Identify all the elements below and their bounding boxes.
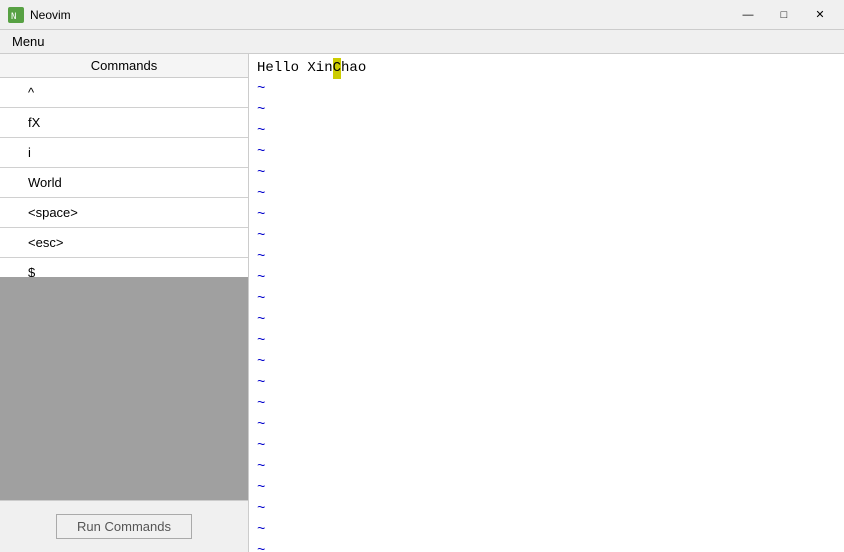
editor-line-1: Hello Xin Chao [257, 58, 836, 79]
tilde-line: ~ [257, 226, 836, 247]
tilde-char: ~ [257, 415, 265, 436]
tilde-line: ~ [257, 394, 836, 415]
tilde-char: ~ [257, 310, 265, 331]
tilde-line: ~ [257, 499, 836, 520]
tilde-char: ~ [257, 520, 265, 541]
svg-text:N: N [11, 12, 16, 22]
tilde-line: ~ [257, 457, 836, 478]
table-row[interactable]: World [0, 168, 248, 198]
tilde-line: ~ [257, 415, 836, 436]
row-cell: ^ [20, 81, 248, 104]
tilde-line: ~ [257, 100, 836, 121]
tilde-char: ~ [257, 100, 265, 121]
row-cell: World [20, 171, 248, 194]
table-header: Commands [0, 54, 248, 78]
menu-item-menu[interactable]: Menu [4, 32, 53, 51]
tilde-char: ~ [257, 478, 265, 499]
tilde-line: ~ [257, 520, 836, 541]
tilde-char: ~ [257, 121, 265, 142]
tilde-char: ~ [257, 541, 265, 552]
tilde-char: ~ [257, 268, 265, 289]
run-commands-button[interactable]: Run Commands [56, 514, 192, 539]
gray-area [0, 277, 248, 500]
row-cell: <esc> [20, 231, 248, 254]
main-content: Commands ^ fX i [0, 54, 844, 552]
table-row[interactable]: <space> [0, 198, 248, 228]
row-cell: fX [20, 111, 248, 134]
table-row[interactable]: <esc> [0, 228, 248, 258]
tilde-line: ~ [257, 121, 836, 142]
table-body: ^ fX i World [0, 78, 248, 277]
maximize-button[interactable]: □ [768, 5, 800, 25]
commands-table: Commands ^ fX i [0, 54, 248, 277]
window-title: Neovim [30, 8, 732, 22]
table-row[interactable]: $ [0, 258, 248, 277]
tilde-char: ~ [257, 394, 265, 415]
tilde-line: ~ [257, 268, 836, 289]
editor-text-prefix: Hello Xin [257, 58, 333, 79]
tilde-line: ~ [257, 331, 836, 352]
tilde-line: ~ [257, 205, 836, 226]
tilde-char: ~ [257, 499, 265, 520]
tilde-char: ~ [257, 457, 265, 478]
minimize-button[interactable]: — [732, 5, 764, 25]
tilde-line: ~ [257, 79, 836, 100]
tilde-line: ~ [257, 352, 836, 373]
tilde-line: ~ [257, 142, 836, 163]
tilde-line: ~ [257, 541, 836, 552]
menu-bar: Menu [0, 30, 844, 54]
tilde-char: ~ [257, 289, 265, 310]
tilde-char: ~ [257, 352, 265, 373]
editor-cursor: C [333, 58, 341, 79]
tilde-char: ~ [257, 184, 265, 205]
window-controls: — □ ✕ [732, 5, 836, 25]
tilde-char: ~ [257, 205, 265, 226]
tilde-line: ~ [257, 373, 836, 394]
tilde-line: ~ [257, 163, 836, 184]
tilde-line: ~ [257, 478, 836, 499]
table-row[interactable]: i [0, 138, 248, 168]
tilde-char: ~ [257, 79, 265, 100]
tilde-char: ~ [257, 373, 265, 394]
tilde-line: ~ [257, 436, 836, 457]
editor-panel[interactable]: Hello Xin Chao ~ ~ ~ ~ ~ ~ ~ ~ ~ ~ ~ ~ ~… [249, 54, 844, 552]
tilde-char: ~ [257, 247, 265, 268]
close-button[interactable]: ✕ [804, 5, 836, 25]
tilde-char: ~ [257, 331, 265, 352]
tilde-char: ~ [257, 163, 265, 184]
title-bar: N Neovim — □ ✕ [0, 0, 844, 30]
table-row[interactable]: ^ [0, 78, 248, 108]
editor-text-suffix: hao [341, 58, 366, 79]
bottom-bar: Run Commands [0, 500, 248, 552]
row-cell: <space> [20, 201, 248, 224]
tilde-char: ~ [257, 436, 265, 457]
row-cell: $ [20, 261, 248, 277]
row-cell: i [20, 141, 248, 164]
tilde-line: ~ [257, 184, 836, 205]
tilde-char: ~ [257, 226, 265, 247]
tilde-line: ~ [257, 289, 836, 310]
table-row[interactable]: fX [0, 108, 248, 138]
left-panel: Commands ^ fX i [0, 54, 249, 552]
tilde-line: ~ [257, 310, 836, 331]
tilde-line: ~ [257, 247, 836, 268]
app-icon: N [8, 7, 24, 23]
tilde-char: ~ [257, 142, 265, 163]
